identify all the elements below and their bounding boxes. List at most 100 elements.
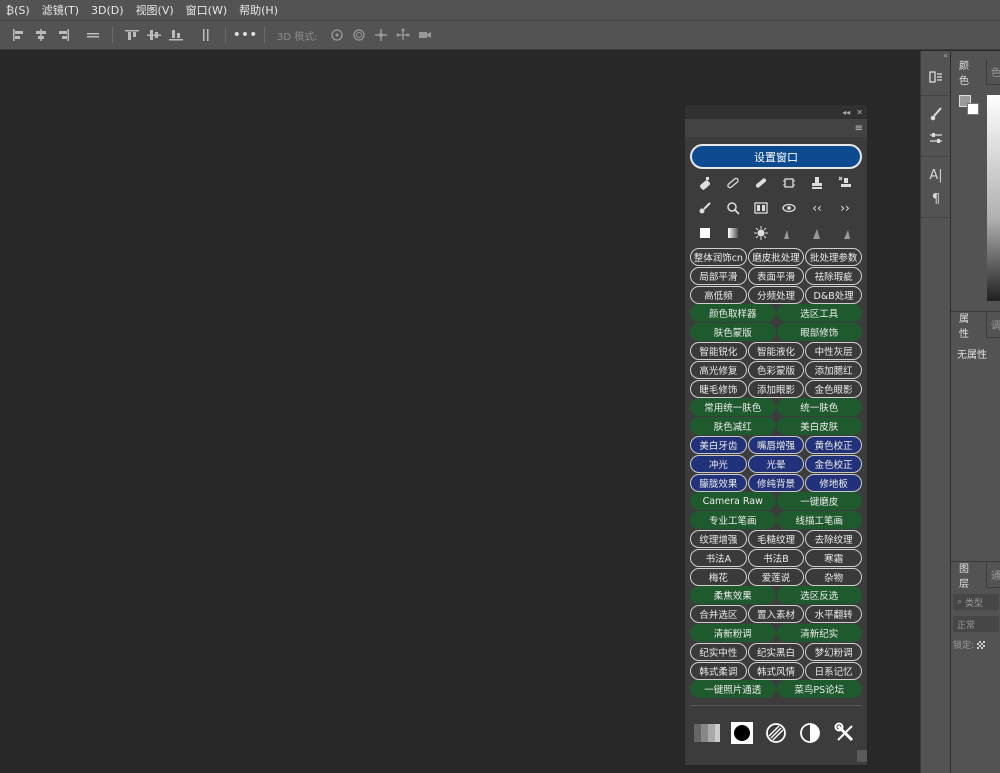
pattern-stamp-icon[interactable] <box>835 174 855 192</box>
action-button[interactable]: 一键照片通透 <box>690 680 776 699</box>
tab-color[interactable]: 颜色 <box>951 58 987 87</box>
white-square-icon[interactable] <box>695 224 715 242</box>
wrench-tools-icon[interactable] <box>832 722 858 744</box>
close-icon[interactable]: ✕ <box>856 108 863 117</box>
action-button[interactable]: 统一肤色 <box>776 398 862 417</box>
action-button[interactable]: 毛糙纹理 <box>747 530 805 548</box>
action-button[interactable]: 肤色减红 <box>690 417 776 436</box>
action-button[interactable]: 整体润饰cn <box>690 248 747 266</box>
action-button[interactable]: 局部平滑 <box>690 266 747 285</box>
action-button[interactable]: 冲光 <box>690 454 747 473</box>
action-button[interactable]: 纪实黑白 <box>747 642 805 661</box>
action-button[interactable]: 美白皮肤 <box>776 417 862 436</box>
action-button[interactable]: 光晕 <box>747 454 805 473</box>
action-button[interactable]: 纪实中性 <box>690 642 747 661</box>
action-button[interactable]: 颜色取样器 <box>690 304 776 323</box>
action-button[interactable]: 高光修复 <box>690 360 747 379</box>
action-button[interactable]: 专业工笔画 <box>690 511 776 530</box>
action-button[interactable]: Camera Raw <box>690 492 776 511</box>
resize-handle[interactable] <box>857 750 867 762</box>
histogram-3-icon[interactable] <box>835 224 855 242</box>
zoom-icon[interactable] <box>723 199 743 217</box>
action-button[interactable]: 智能液化 <box>747 342 805 360</box>
menu-item-select[interactable]: ₿(S) <box>0 4 36 17</box>
previous-icon[interactable]: ‹‹ <box>807 199 827 217</box>
action-button[interactable]: 水平翻转 <box>805 605 863 624</box>
next-icon[interactable]: ›› <box>835 199 855 217</box>
action-button[interactable]: 黄色校正 <box>805 436 863 454</box>
action-button[interactable]: 批处理参数 <box>805 248 863 266</box>
menu-item-help[interactable]: 帮助(H) <box>233 2 284 18</box>
action-button[interactable]: 修地板 <box>805 473 863 492</box>
pan-3d-icon[interactable] <box>372 26 390 44</box>
action-button[interactable]: 添加腮红 <box>805 360 863 379</box>
character-icon[interactable]: A| <box>921 163 951 187</box>
action-button[interactable]: 日系记忆 <box>805 661 863 680</box>
action-button[interactable]: 添加眼影 <box>747 379 805 398</box>
align-top-icon[interactable] <box>123 26 141 44</box>
action-button[interactable]: 祛除瑕疵 <box>805 266 863 285</box>
align-right-icon[interactable] <box>54 26 72 44</box>
action-button[interactable]: 中性灰层 <box>805 342 863 360</box>
background-color-swatch[interactable] <box>967 103 979 115</box>
panel-menu-icon[interactable]: ≡ <box>855 123 863 134</box>
stripe-circle-icon[interactable] <box>763 722 789 744</box>
action-button[interactable]: 选区反选 <box>776 586 862 605</box>
more-icon[interactable]: ••• <box>233 26 258 44</box>
blend-mode-select[interactable]: 正常 <box>953 616 999 632</box>
color-picker-field[interactable] <box>987 95 1000 301</box>
action-button[interactable]: 分频处理 <box>747 285 805 304</box>
action-button[interactable]: 智能锐化 <box>690 342 747 360</box>
clone-stamp-icon[interactable] <box>807 174 827 192</box>
brush-icon[interactable] <box>921 102 951 126</box>
menu-item-view[interactable]: 视图(V) <box>130 2 180 18</box>
action-button[interactable]: 金色眼影 <box>805 379 863 398</box>
camera-3d-icon[interactable] <box>416 26 434 44</box>
action-button[interactable]: 置入素材 <box>747 605 805 624</box>
patch-icon[interactable] <box>751 174 771 192</box>
paragraph-icon[interactable]: ¶ <box>921 187 951 211</box>
bandage-icon[interactable] <box>723 174 743 192</box>
action-button[interactable]: 嘴唇增强 <box>747 436 805 454</box>
settings-window-button[interactable]: 设置窗口 <box>690 144 862 169</box>
action-button[interactable]: 肤色蒙版 <box>690 323 776 342</box>
black-circle-icon[interactable] <box>729 722 755 744</box>
gradient-square-icon[interactable] <box>723 224 743 242</box>
half-circle-icon[interactable] <box>797 722 823 744</box>
align-left-icon[interactable] <box>10 26 28 44</box>
distribute-icon[interactable] <box>84 26 102 44</box>
action-button[interactable]: D&B处理 <box>805 285 863 304</box>
action-button[interactable]: 清新纪实 <box>776 624 862 642</box>
tab-channels[interactable]: 通 <box>987 567 1000 582</box>
action-button[interactable]: 一键磨皮 <box>776 492 862 511</box>
action-button[interactable]: 磨皮批处理 <box>747 248 805 266</box>
action-button[interactable]: 梅花 <box>690 567 747 586</box>
action-button[interactable]: 杂物 <box>805 567 863 586</box>
action-button[interactable]: 睫毛修饰 <box>690 379 747 398</box>
histogram-2-icon[interactable] <box>807 224 827 242</box>
action-button[interactable]: 金色校正 <box>805 454 863 473</box>
eye-icon[interactable] <box>779 199 799 217</box>
orbit-3d-icon[interactable] <box>328 26 346 44</box>
menu-item-window[interactable]: 窗口(W) <box>180 2 233 18</box>
action-button[interactable]: 表面平滑 <box>747 266 805 285</box>
action-button[interactable]: 韩式柔调 <box>690 661 747 680</box>
roll-3d-icon[interactable] <box>350 26 368 44</box>
burst-icon[interactable] <box>751 224 771 242</box>
action-button[interactable]: 柔焦效果 <box>690 586 776 605</box>
action-button[interactable]: 书法A <box>690 548 747 567</box>
action-button[interactable]: 眼部修饰 <box>776 323 862 342</box>
layer-filter-input[interactable]: ⌕ 类型 <box>953 594 999 610</box>
tab-properties[interactable]: 属性 <box>951 311 987 340</box>
slide-3d-icon[interactable] <box>394 26 412 44</box>
action-button[interactable]: 去除纹理 <box>805 530 863 548</box>
action-button[interactable]: 寒霜 <box>805 548 863 567</box>
brush-tool-icon[interactable] <box>695 199 715 217</box>
action-button[interactable]: 线描工笔画 <box>776 511 862 530</box>
action-button[interactable]: 选区工具 <box>776 304 862 323</box>
action-button[interactable]: 爱莲说 <box>747 567 805 586</box>
healing-icon[interactable] <box>695 174 715 192</box>
compare-icon[interactable] <box>751 199 771 217</box>
action-button[interactable]: 美白牙齿 <box>690 436 747 454</box>
action-button[interactable]: 菜鸟PS论坛 <box>776 680 862 699</box>
